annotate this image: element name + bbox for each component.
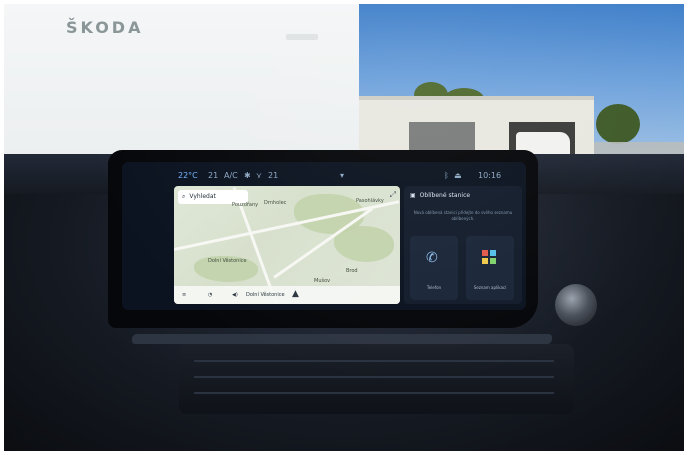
radio-icon: ▣ bbox=[410, 192, 416, 199]
map-place: Mušov bbox=[314, 278, 331, 284]
panel-title: Oblíbené stanice bbox=[419, 192, 471, 199]
bluetooth-icon: ᛒ bbox=[444, 171, 449, 180]
fan-right[interactable]: 21 bbox=[268, 171, 278, 180]
map-place: Dolní Věstonice bbox=[208, 258, 247, 264]
search-icon: ⌕ bbox=[182, 193, 186, 200]
navigation-map[interactable]: ⌕ Vyhledat ⤢ Pouzdřany Pasohlávky Drnhol… bbox=[174, 186, 400, 304]
showroom-banner: ŠKODA bbox=[4, 4, 359, 156]
ac-label[interactable]: A/C bbox=[224, 171, 238, 180]
clock: 10:16 bbox=[478, 171, 502, 180]
signal-icon: ▾ bbox=[340, 171, 345, 180]
map-place: Brod bbox=[346, 268, 358, 274]
phone-tile[interactable]: ✆ Telefon bbox=[410, 236, 458, 300]
volume-knob[interactable] bbox=[555, 284, 597, 326]
air-vent bbox=[179, 344, 574, 414]
navigation-arrow-icon[interactable]: ▲ bbox=[292, 289, 299, 299]
menu-icon[interactable]: ≡ bbox=[182, 292, 186, 298]
volume-icon[interactable]: ◀) bbox=[232, 292, 238, 298]
dashboard-trim bbox=[131, 334, 553, 344]
toolbar-place: Dolní Věstonice bbox=[246, 292, 285, 298]
phone-icon: ✆ bbox=[426, 250, 438, 266]
panel-header: ▣ Oblíbené stanice bbox=[410, 192, 470, 199]
panel-description: Nová oblíbená stanici přidejte do svého … bbox=[413, 210, 513, 221]
app-grid-icon bbox=[482, 250, 496, 264]
status-bar: 22°C 21 A/C ✱ ⋎ 21 ▾ ᛒ ⏏ 10:16 bbox=[122, 162, 526, 184]
forest-area bbox=[334, 226, 394, 262]
map-place: Pasohlávky bbox=[356, 198, 384, 204]
photo: ŠKODA 22°C 21 A/C ✱ ⋎ 21 ▾ ᛒ ⏏ 10:16 ⌕ V… bbox=[4, 4, 684, 451]
map-place: Pouzdřany bbox=[232, 202, 259, 208]
favorites-panel: ▣ Oblíbené stanice Nová oblíbená stanici… bbox=[404, 186, 522, 304]
seat-heat-icon[interactable]: ✱ bbox=[244, 171, 251, 180]
map-place: Drnholec bbox=[264, 200, 287, 206]
route-icon[interactable]: ◔ bbox=[208, 292, 212, 298]
banner-detail bbox=[286, 34, 318, 40]
vent-slat bbox=[194, 360, 554, 362]
brand-logo-text: ŠKODA bbox=[66, 18, 144, 37]
map-toolbar: ≡ ◔ ◀) Dolní Věstonice ▲ bbox=[174, 286, 400, 304]
tile-label: Telefon bbox=[426, 285, 442, 290]
airflow-icon[interactable]: ⋎ bbox=[256, 171, 262, 180]
vent-slat bbox=[194, 376, 554, 378]
tree bbox=[596, 104, 640, 144]
temp-left[interactable]: 22°C bbox=[178, 171, 198, 180]
car-icon: ⏏ bbox=[454, 171, 462, 180]
app-list-tile[interactable]: Seznam aplikací bbox=[466, 236, 514, 300]
vent-slat bbox=[194, 392, 554, 394]
garage-door bbox=[409, 122, 475, 152]
infotainment-screen: 22°C 21 A/C ✱ ⋎ 21 ▾ ᛒ ⏏ 10:16 ⌕ Vyhleda… bbox=[122, 162, 526, 310]
fan-left[interactable]: 21 bbox=[208, 171, 218, 180]
expand-icon[interactable]: ⤢ bbox=[390, 190, 396, 200]
search-label: Vyhledat bbox=[189, 193, 216, 200]
tile-label: Seznam aplikací bbox=[473, 285, 507, 290]
